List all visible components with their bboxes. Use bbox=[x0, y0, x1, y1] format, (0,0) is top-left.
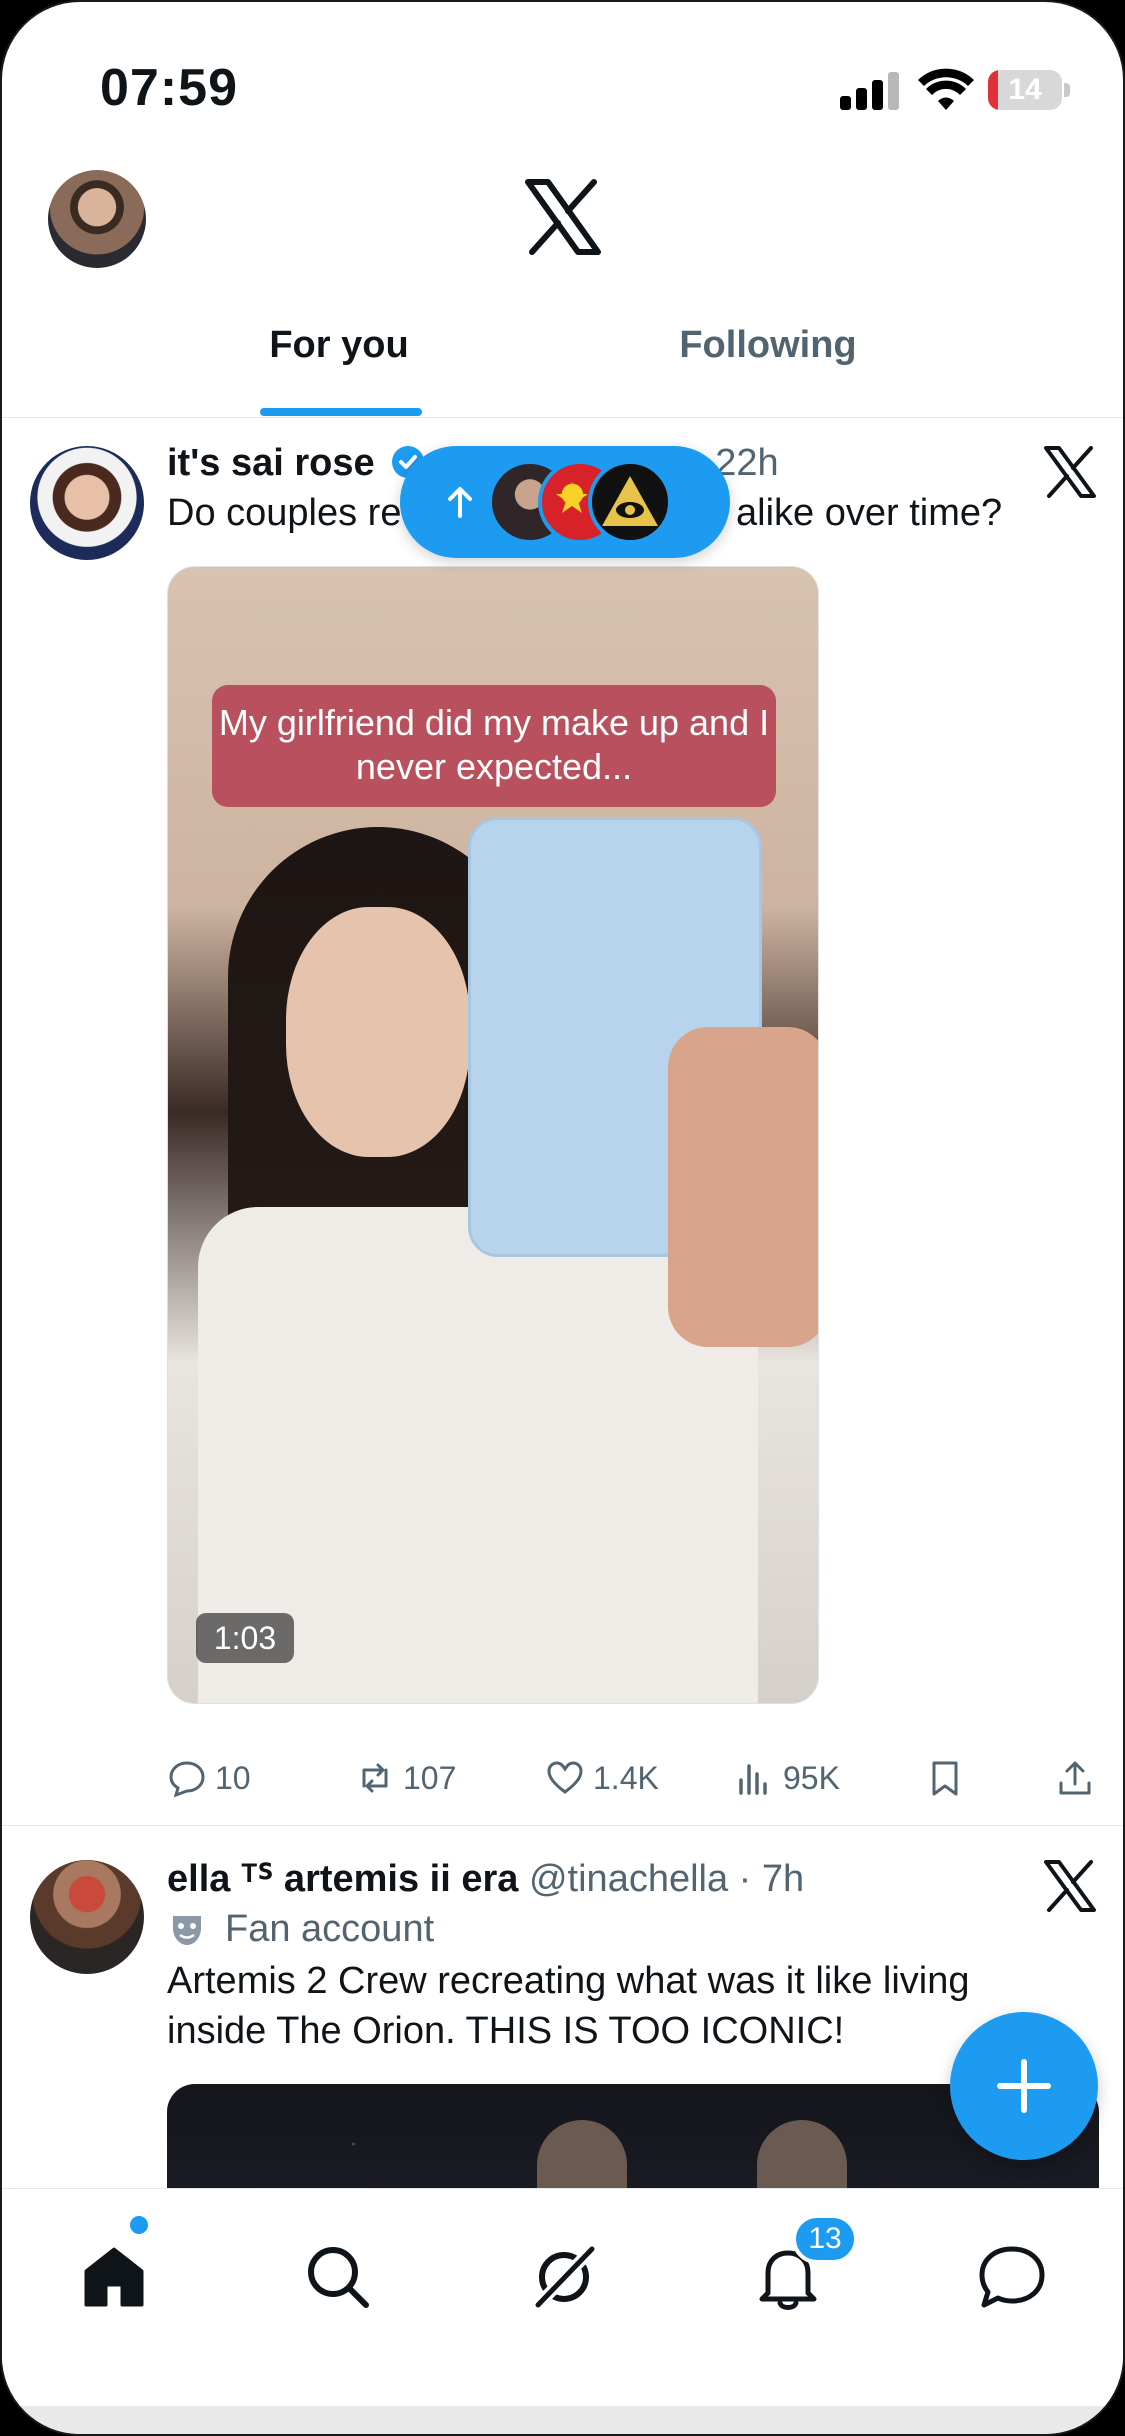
tweet-header: it's sai rose bbox=[167, 442, 425, 485]
tweet-actions: 10 107 1.4K 95K bbox=[167, 1750, 1097, 1806]
home-indicator-area bbox=[2, 2406, 1123, 2434]
author-name[interactable]: it's sai rose bbox=[167, 442, 375, 484]
repost-button[interactable]: 107 bbox=[355, 1750, 456, 1806]
author-avatar[interactable] bbox=[30, 1860, 144, 1974]
bookmark-button[interactable] bbox=[925, 1750, 973, 1806]
wifi-icon bbox=[918, 68, 974, 110]
status-bar: 07:59 14 bbox=[2, 2, 1123, 152]
arrow-up-icon bbox=[448, 487, 472, 518]
status-time: 07:59 bbox=[100, 59, 238, 117]
home-unread-dot bbox=[130, 2216, 148, 2234]
plus-icon bbox=[997, 2059, 1051, 2113]
reply-icon bbox=[169, 1761, 205, 1798]
x-logo-icon[interactable] bbox=[524, 178, 602, 256]
tab-for-you[interactable]: For you bbox=[139, 324, 539, 367]
compose-button[interactable] bbox=[950, 2012, 1098, 2160]
battery-icon: 14 bbox=[988, 70, 1070, 110]
tab-home[interactable] bbox=[76, 2239, 152, 2315]
tab-search[interactable] bbox=[300, 2239, 376, 2315]
tweet-header: ella ᵀᔆ artemis ii era @tinachella · 7h bbox=[167, 1856, 804, 1901]
new-posts-pill[interactable] bbox=[400, 446, 730, 558]
home-icon bbox=[84, 2247, 144, 2307]
tab-messages[interactable] bbox=[974, 2239, 1050, 2315]
fan-account-label: Fan account bbox=[167, 1908, 434, 1951]
share-button[interactable] bbox=[1055, 1750, 1103, 1806]
battery-level: 14 bbox=[1008, 73, 1042, 106]
new-post-avatar bbox=[588, 460, 672, 544]
x-source-icon bbox=[1044, 1860, 1096, 1912]
fan-account-text: Fan account bbox=[225, 1908, 435, 1950]
profile-avatar[interactable] bbox=[48, 170, 146, 268]
author-name[interactable]: ella ᵀᔆ artemis ii era bbox=[167, 1858, 518, 1900]
repost-icon bbox=[362, 1763, 388, 1793]
video-face bbox=[286, 907, 470, 1157]
chat-bubble-icon bbox=[979, 2246, 1045, 2308]
heart-icon bbox=[547, 1761, 583, 1794]
bookmark-icon bbox=[932, 1761, 958, 1796]
search-icon bbox=[308, 2247, 369, 2308]
video-caption: My girlfriend did my make up and I never… bbox=[212, 685, 776, 807]
author-avatar[interactable] bbox=[30, 446, 144, 560]
tweet[interactable]: ella ᵀᔆ artemis ii era @tinachella · 7h … bbox=[2, 1828, 1123, 2284]
theater-mask-icon bbox=[173, 1915, 201, 1945]
tab-grok[interactable] bbox=[526, 2239, 602, 2315]
phone-screen: 07:59 14 For you Following it's sai rose… bbox=[0, 0, 1125, 2436]
cellular-signal-icon bbox=[840, 72, 900, 110]
bottom-tab-bar bbox=[2, 2188, 1123, 2406]
notifications-badge: 13 bbox=[792, 2214, 858, 2264]
like-count: 1.4K bbox=[593, 1759, 659, 1796]
tweet-text: Artemis 2 Crew recreating what was it li… bbox=[167, 1960, 970, 2052]
active-tab-indicator bbox=[260, 408, 422, 416]
like-button[interactable]: 1.4K bbox=[545, 1750, 659, 1806]
views-button[interactable]: 95K bbox=[735, 1750, 840, 1806]
tweet-video[interactable]: My girlfriend did my make up and I never… bbox=[167, 566, 819, 1704]
views-count: 95K bbox=[783, 1759, 840, 1796]
reply-button[interactable]: 10 bbox=[167, 1750, 251, 1806]
video-hand bbox=[668, 1027, 818, 1347]
grok-icon bbox=[531, 2242, 599, 2312]
tab-following[interactable]: Following bbox=[568, 324, 968, 367]
share-icon bbox=[1059, 1761, 1091, 1795]
author-handle-time[interactable]: @tinachella · 7h bbox=[529, 1858, 804, 1900]
video-duration: 1:03 bbox=[196, 1613, 294, 1663]
timeline-tabs: For you Following bbox=[2, 302, 1123, 418]
views-icon bbox=[739, 1764, 767, 1795]
tweet-text-start: Do couples re bbox=[167, 492, 402, 534]
reply-count: 10 bbox=[215, 1759, 251, 1796]
x-source-icon bbox=[1044, 446, 1096, 498]
repost-count: 107 bbox=[403, 1759, 457, 1796]
tweet[interactable]: it's sai rose · 22h Do couples re alike … bbox=[2, 420, 1123, 1826]
